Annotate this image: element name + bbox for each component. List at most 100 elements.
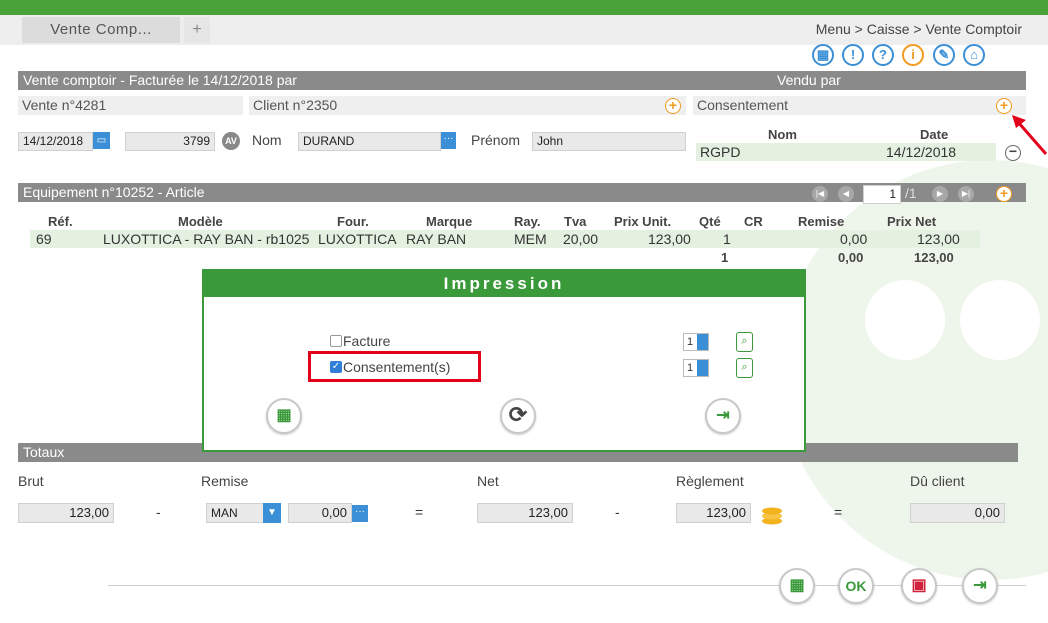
tab-vente-comptoir[interactable]: Vente Comp... <box>22 17 180 43</box>
total-remise: 0,00 <box>838 250 864 265</box>
prenom-field[interactable]: John <box>532 132 686 151</box>
calendar-picker-icon[interactable]: ▭ <box>93 132 110 149</box>
cell-tva: 20,00 <box>563 231 599 247</box>
cell-modele: LUXOTTICA - RAY BAN - rb1025 <box>103 231 310 247</box>
cell-four: LUXOTTICA <box>318 231 397 247</box>
col-four: Four. <box>337 214 369 229</box>
col-marque: Marque <box>426 214 473 229</box>
prenom-label: Prénom <box>471 132 521 148</box>
av-badge[interactable]: AV <box>222 132 240 150</box>
footer-divider <box>108 585 1026 586</box>
refresh-button[interactable]: ⟳ <box>500 398 536 434</box>
dialog-exit-button[interactable]: ⇥ <box>705 398 741 434</box>
prev-page-icon[interactable]: ◀ <box>838 186 854 202</box>
nom-search-icon[interactable]: ··· <box>441 132 456 149</box>
consent-qty-value: 1 <box>687 362 694 374</box>
home-icon[interactable]: ⌂ <box>963 44 985 66</box>
brut-field: 123,00 <box>18 503 114 523</box>
add-client-icon[interactable]: + <box>665 98 681 114</box>
du-client-field: 0,00 <box>910 503 1005 523</box>
remise-field[interactable]: 0,00 <box>288 503 352 523</box>
spin-arrows-icon[interactable] <box>697 360 708 376</box>
info-icon[interactable]: i <box>902 44 924 66</box>
cell-marque: RAY BAN <box>406 231 467 247</box>
col-cr: CR <box>744 214 763 229</box>
net-label: Net <box>477 473 499 489</box>
facture-label: Facture <box>343 333 391 349</box>
page-total: /1 <box>905 185 917 201</box>
impression-dialog: Impression Facture ✓ Consentement(s) 1 ⌕… <box>202 269 806 452</box>
dialog-print-button[interactable]: ▦ <box>266 398 302 434</box>
consent-col-date: Date <box>920 127 949 142</box>
cell-ray: MEM <box>514 231 547 247</box>
consent-qty-stepper[interactable]: 1 <box>683 359 709 377</box>
save-button[interactable]: ▣ <box>901 568 937 604</box>
cell-qte: 1 <box>723 231 731 247</box>
col-ray: Ray. <box>514 214 541 229</box>
dialog-title: Impression <box>204 271 804 297</box>
nom-field[interactable]: DURAND <box>298 132 441 151</box>
preview-icon[interactable]: ⌕ <box>736 332 753 352</box>
equals-sign-2: = <box>834 504 843 520</box>
code-field[interactable]: 3799 <box>125 132 215 151</box>
col-qte: Qté <box>699 214 721 229</box>
consent-row-nom: RGPD <box>700 144 741 160</box>
facture-checkbox[interactable] <box>330 335 342 347</box>
cell-remise: 0,00 <box>840 231 868 247</box>
add-tab-button[interactable]: + <box>184 17 210 43</box>
nom-label: Nom <box>252 132 282 148</box>
reglement-label: Règlement <box>676 473 744 489</box>
remise-type-select[interactable]: MAN <box>206 503 264 523</box>
net-field: 123,00 <box>477 503 573 523</box>
consent-col-nom: Nom <box>768 127 797 142</box>
vente-numero: Vente n°4281 <box>18 96 243 115</box>
col-tva: Tva <box>564 214 587 229</box>
alert-icon[interactable]: ! <box>842 44 864 66</box>
dropdown-arrow-icon[interactable]: ▼ <box>263 503 281 523</box>
date-field[interactable]: 14/12/2018 <box>18 132 93 151</box>
cell-prix: 123,00 <box>648 231 691 247</box>
exit-button[interactable]: ⇥ <box>962 568 998 604</box>
brut-label: Brut <box>18 473 44 489</box>
consent-row-date: 14/12/2018 <box>886 144 957 160</box>
facture-qty-value: 1 <box>687 336 694 348</box>
consent-label: Consentement(s) <box>343 359 451 375</box>
col-ref: Réf. <box>48 214 73 229</box>
cell-ref: 69 <box>36 231 52 247</box>
vendu-par-label: Vendu par <box>777 72 841 88</box>
col-prix-net: Prix Net <box>887 214 937 229</box>
print-button[interactable]: ▦ <box>779 568 815 604</box>
last-page-icon[interactable]: ▶| <box>958 186 974 202</box>
consent-checkbox[interactable]: ✓ <box>330 361 342 373</box>
du-client-label: Dû client <box>910 473 965 489</box>
cell-net: 123,00 <box>917 231 960 247</box>
ok-button[interactable]: OK <box>838 568 874 604</box>
tools-icon[interactable]: ✎ <box>933 44 955 66</box>
remise-label: Remise <box>201 473 249 489</box>
remise-more-icon[interactable]: ··· <box>352 505 368 522</box>
preview-icon[interactable]: ⌕ <box>736 358 753 378</box>
minus-sign-2: - <box>615 504 620 520</box>
spin-arrows-icon[interactable] <box>697 334 708 350</box>
col-modele: Modèle <box>178 214 223 229</box>
facture-qty-stepper[interactable]: 1 <box>683 333 709 351</box>
reglement-field: 123,00 <box>676 503 751 523</box>
col-remise: Remise <box>798 214 845 229</box>
total-qte: 1 <box>721 250 729 265</box>
help-icon[interactable]: ? <box>872 44 894 66</box>
consentement-field: Consentement <box>693 96 1026 115</box>
first-page-icon[interactable]: |◀ <box>812 186 828 202</box>
add-article-icon[interactable]: + <box>996 186 1012 202</box>
breadcrumb: Menu > Caisse > Vente Comptoir <box>815 21 1022 37</box>
calendar-icon[interactable]: ▦ <box>812 44 834 66</box>
equals-sign: = <box>415 504 424 520</box>
minus-sign: - <box>156 504 161 520</box>
page-input[interactable]: 1 <box>863 185 901 204</box>
vente-header: Vente comptoir - Facturée le 14/12/2018 … <box>18 71 1026 90</box>
col-prix-unit: Prix Unit. <box>614 214 672 229</box>
remove-consent-icon[interactable]: − <box>1005 144 1021 161</box>
coins-icon[interactable] <box>760 503 784 525</box>
client-numero: Client n°2350 <box>249 96 686 115</box>
total-net: 123,00 <box>914 250 954 265</box>
next-page-icon[interactable]: ▶ <box>932 186 948 202</box>
